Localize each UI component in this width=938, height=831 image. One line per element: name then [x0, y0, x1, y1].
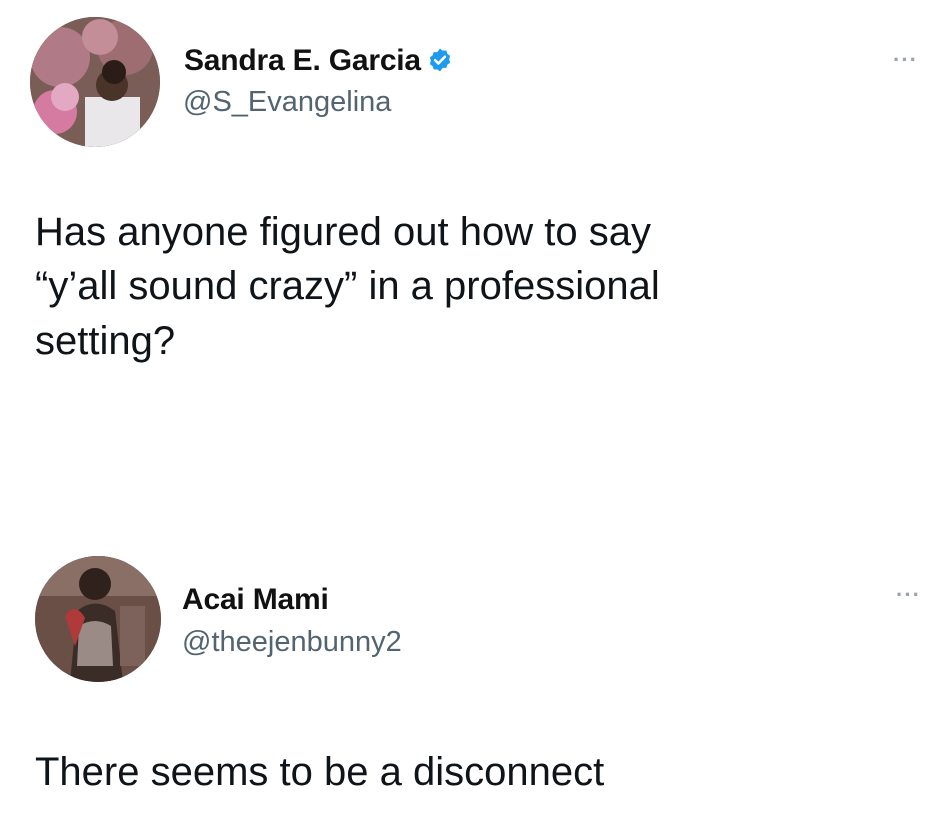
avatar-photo [35, 556, 161, 682]
more-icon[interactable]: ··· [896, 584, 921, 606]
more-icon[interactable]: ··· [893, 49, 918, 71]
tweet-text: Has anyone figured out how to say “y’all… [35, 210, 660, 363]
display-name[interactable]: Acai Mami [182, 583, 329, 617]
verified-badge-icon [429, 48, 451, 72]
avatar-photo [30, 17, 160, 147]
avatar[interactable] [30, 17, 160, 147]
display-name[interactable]: Sandra E. Garcia [184, 44, 453, 78]
display-name-text: Sandra E. Garcia [184, 44, 421, 77]
tweet-original[interactable]: Sandra E. Garcia @S_Evangelina ··· Has a… [0, 0, 938, 540]
tweet-text: There seems to be a disconnect [35, 750, 605, 794]
avatar[interactable] [35, 556, 161, 682]
tweet-reply[interactable]: Acai Mami @theejenbunny2 ··· There seems… [0, 540, 938, 831]
handle[interactable]: @S_Evangelina [183, 86, 391, 119]
handle[interactable]: @theejenbunny2 [182, 626, 402, 659]
